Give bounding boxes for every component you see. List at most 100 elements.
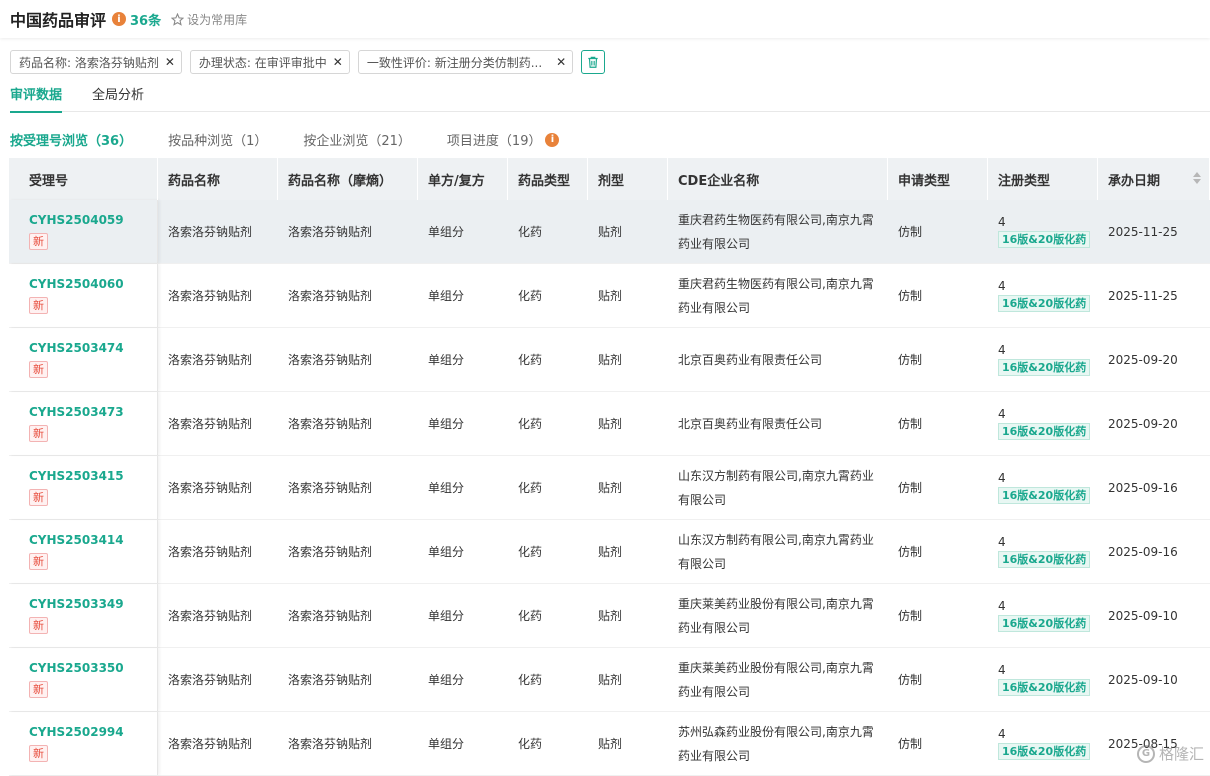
drug-type: 化药 bbox=[508, 584, 588, 647]
column-header[interactable]: 药品类型 bbox=[508, 158, 588, 200]
new-badge: 新 bbox=[29, 233, 48, 250]
acceptance-number-link[interactable]: CYHS2503414 bbox=[29, 533, 124, 547]
drug-name: 洛索洛芬钠贴剂 bbox=[158, 200, 278, 263]
drug-type: 化药 bbox=[508, 712, 588, 775]
acceptance-cell: CYHS2503415新 bbox=[9, 456, 158, 519]
close-icon[interactable]: ✕ bbox=[556, 55, 566, 69]
column-header[interactable]: 受理号 bbox=[9, 158, 158, 200]
registration-class: 4 bbox=[998, 727, 1006, 741]
dosage-form: 贴剂 bbox=[588, 648, 668, 711]
registration-tag: 16版&20版化药 bbox=[998, 295, 1090, 312]
tab-review-data[interactable]: 审评数据 bbox=[10, 84, 62, 112]
registration-tag: 16版&20版化药 bbox=[998, 679, 1090, 696]
table-row[interactable]: CYHS2503414新洛索洛芬钠贴剂洛索洛芬钠贴剂单组分化药贴剂山东汉方制药有… bbox=[9, 520, 1210, 584]
new-badge: 新 bbox=[29, 681, 48, 698]
table-row[interactable]: CYHS2504060新洛索洛芬钠贴剂洛索洛芬钠贴剂单组分化药贴剂重庆君药生物医… bbox=[9, 264, 1210, 328]
undertake-date: 2025-09-16 bbox=[1098, 456, 1210, 519]
info-icon[interactable]: i bbox=[545, 133, 559, 147]
column-header[interactable]: CDE企业名称 bbox=[668, 158, 888, 200]
drug-name-moshang: 洛索洛芬钠贴剂 bbox=[278, 520, 418, 583]
tab-global-analysis[interactable]: 全局分析 bbox=[92, 84, 144, 112]
dosage-form: 贴剂 bbox=[588, 584, 668, 647]
column-header-date[interactable]: 承办日期 bbox=[1098, 158, 1210, 200]
dosage-form: 贴剂 bbox=[588, 200, 668, 263]
dosage-form: 贴剂 bbox=[588, 520, 668, 583]
column-header[interactable]: 单方/复方 bbox=[418, 158, 508, 200]
watermark-icon: G bbox=[1137, 745, 1155, 763]
subtab-by-variety[interactable]: 按品种浏览（1） bbox=[168, 130, 267, 149]
acceptance-number-link[interactable]: CYHS2503349 bbox=[29, 597, 124, 611]
main-tabs: 审评数据 全局分析 bbox=[10, 84, 1210, 112]
application-type: 仿制 bbox=[888, 264, 988, 327]
subtab-by-acceptance[interactable]: 按受理号浏览（36） bbox=[10, 130, 132, 149]
drug-name-moshang: 洛索洛芬钠贴剂 bbox=[278, 712, 418, 775]
acceptance-cell: CYHS2503474新 bbox=[9, 328, 158, 391]
combo-type: 单组分 bbox=[418, 648, 508, 711]
favorite-button[interactable]: 设为常用库 bbox=[171, 11, 247, 28]
dosage-form: 贴剂 bbox=[588, 456, 668, 519]
company-name: 北京百奥药业有限责任公司 bbox=[668, 328, 888, 391]
undertake-date: 2025-11-25 bbox=[1098, 264, 1210, 327]
undertake-date: 2025-09-16 bbox=[1098, 520, 1210, 583]
dosage-form: 贴剂 bbox=[588, 712, 668, 775]
registration-tag: 16版&20版化药 bbox=[998, 743, 1090, 760]
undertake-date: 2025-11-25 bbox=[1098, 200, 1210, 263]
subtab-progress[interactable]: 项目进度（19）i bbox=[447, 130, 560, 149]
acceptance-cell: CYHS2503473 新 bbox=[9, 392, 158, 455]
column-header[interactable]: 申请类型 bbox=[888, 158, 988, 200]
sort-icon[interactable] bbox=[1193, 172, 1201, 184]
table-row[interactable]: CYHS2503349新洛索洛芬钠贴剂洛索洛芬钠贴剂单组分化药贴剂重庆莱美药业股… bbox=[9, 584, 1210, 648]
subtab-by-company[interactable]: 按企业浏览（21） bbox=[303, 130, 411, 149]
drug-name: 洛索洛芬钠贴剂 bbox=[158, 584, 278, 647]
table-row[interactable]: CYHS2503473新洛索洛芬钠贴剂洛索洛芬钠贴剂单组分化药贴剂北京百奥药业有… bbox=[9, 392, 1210, 456]
drug-type: 化药 bbox=[508, 264, 588, 327]
registration-class: 4 bbox=[998, 535, 1006, 549]
clear-filters-button[interactable] bbox=[581, 50, 605, 74]
undertake-date: 2025-09-10 bbox=[1098, 584, 1210, 647]
drug-type: 化药 bbox=[508, 328, 588, 391]
undertake-date: 2025-09-20 bbox=[1098, 328, 1210, 391]
table-row[interactable]: CYHS2504059新洛索洛芬钠贴剂洛索洛芬钠贴剂单组分化药贴剂重庆君药生物医… bbox=[9, 200, 1210, 264]
acceptance-number-link[interactable]: CYHS2503473 bbox=[29, 405, 124, 419]
acceptance-number-link[interactable]: CYHS2503350 bbox=[29, 661, 124, 675]
info-icon[interactable]: i bbox=[112, 12, 126, 26]
registration-tag: 16版&20版化药 bbox=[998, 423, 1090, 440]
registration-class: 4 bbox=[998, 471, 1006, 485]
subtab-label: 项目进度（19） bbox=[447, 130, 542, 149]
filter-chip-drug-name[interactable]: 药品名称: 洛索洛芬钠贴剂 ✕ bbox=[10, 50, 182, 74]
close-icon[interactable]: ✕ bbox=[165, 55, 175, 69]
registration-type: 416版&20版化药 bbox=[988, 648, 1098, 711]
column-header[interactable]: 药品名称 bbox=[158, 158, 278, 200]
registration-type: 416版&20版化药 bbox=[988, 200, 1098, 263]
table-row[interactable]: CYHS2503350新洛索洛芬钠贴剂洛索洛芬钠贴剂单组分化药贴剂重庆莱美药业股… bbox=[9, 648, 1210, 712]
acceptance-number-link[interactable]: CYHS2504060 bbox=[29, 277, 124, 291]
table-row[interactable]: CYHS2503415新洛索洛芬钠贴剂洛索洛芬钠贴剂单组分化药贴剂山东汉方制药有… bbox=[9, 456, 1210, 520]
registration-type: 416版&20版化药 bbox=[988, 392, 1098, 455]
column-header[interactable]: 剂型 bbox=[588, 158, 668, 200]
filter-chip-consistency[interactable]: 一致性评价: 新注册分类仿制药... ✕ bbox=[358, 50, 573, 74]
close-icon[interactable]: ✕ bbox=[333, 55, 343, 69]
acceptance-number-link[interactable]: CYHS2503474 bbox=[29, 341, 124, 355]
acceptance-number-link[interactable]: CYHS2503415 bbox=[29, 469, 124, 483]
registration-class: 4 bbox=[998, 343, 1006, 357]
dosage-form: 贴剂 bbox=[588, 392, 668, 455]
company-name: 重庆莱美药业股份有限公司,南京九霄药业有限公司 bbox=[668, 584, 888, 647]
combo-type: 单组分 bbox=[418, 264, 508, 327]
combo-type: 单组分 bbox=[418, 392, 508, 455]
drug-name-moshang: 洛索洛芬钠贴剂 bbox=[278, 584, 418, 647]
column-header[interactable]: 药品名称（摩熵） bbox=[278, 158, 418, 200]
table-row[interactable]: CYHS2502994新洛索洛芬钠贴剂洛索洛芬钠贴剂单组分化药贴剂苏州弘森药业股… bbox=[9, 712, 1210, 776]
application-type: 仿制 bbox=[888, 520, 988, 583]
column-header[interactable]: 注册类型 bbox=[988, 158, 1098, 200]
registration-tag: 16版&20版化药 bbox=[998, 359, 1090, 376]
drug-name-moshang: 洛索洛芬钠贴剂 bbox=[278, 200, 418, 263]
drug-name: 洛索洛芬钠贴剂 bbox=[158, 456, 278, 519]
drug-type: 化药 bbox=[508, 520, 588, 583]
acceptance-number-link[interactable]: CYHS2504059 bbox=[29, 213, 124, 227]
drug-name: 洛索洛芬钠贴剂 bbox=[158, 264, 278, 327]
table-row[interactable]: CYHS2503474新洛索洛芬钠贴剂洛索洛芬钠贴剂单组分化药贴剂北京百奥药业有… bbox=[9, 328, 1210, 392]
new-badge: 新 bbox=[29, 425, 48, 442]
company-name: 山东汉方制药有限公司,南京九霄药业有限公司 bbox=[668, 520, 888, 583]
filter-chip-status[interactable]: 办理状态: 在审评审批中 ✕ bbox=[190, 50, 350, 74]
acceptance-number-link[interactable]: CYHS2502994 bbox=[29, 725, 124, 739]
